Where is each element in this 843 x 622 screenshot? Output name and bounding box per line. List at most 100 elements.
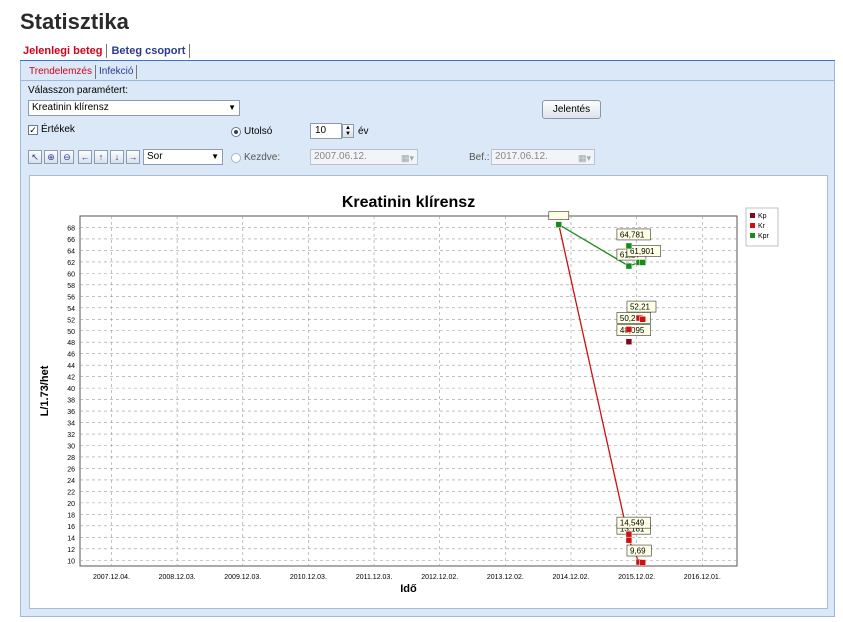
plot-frame: [79, 215, 738, 567]
start-date-value: 2007.06.12.: [314, 151, 367, 162]
zoom-out-icon[interactable]: ⊖: [60, 150, 74, 164]
y-tick-label: 32: [67, 432, 75, 439]
start-date-field[interactable]: 2007.06.12. ▦▾: [310, 149, 418, 165]
pan-down-icon[interactable]: ↓: [110, 150, 124, 164]
x-tick-label: 2015.12.02.: [618, 574, 655, 581]
checkbox-checked-icon: ✓: [28, 124, 38, 135]
calendar-icon[interactable]: ▦▾: [578, 151, 591, 165]
y-tick-label: 68: [67, 225, 75, 232]
last-radio[interactable]: Utolsó: [231, 126, 272, 137]
parameter-label: Válasszon paramétert:: [28, 85, 129, 96]
y-tick-label: 12: [67, 547, 75, 554]
x-tick-label: 2016.12.01.: [684, 574, 721, 581]
y-tick-label: 58: [67, 283, 75, 290]
y-tick-label: 26: [67, 466, 75, 473]
chart-style-select[interactable]: Sor ▼: [143, 149, 223, 165]
tab-separator: [95, 64, 96, 79]
trend-panel: Trendelemzés Infekció Válasszon paraméte…: [20, 61, 835, 617]
data-label: 48,095: [620, 326, 645, 335]
y-tick-label: 40: [67, 386, 75, 393]
y-tick-label: 54: [67, 306, 75, 313]
y-tick-label: 34: [67, 421, 75, 428]
y-tick-label: 36: [67, 409, 75, 416]
y-tick-label: 24: [67, 478, 75, 485]
data-point: [625, 262, 633, 270]
radio-selected-icon: [231, 126, 241, 137]
values-checkbox-label: Értékek: [41, 124, 75, 135]
end-date-value: 2017.06.12.: [495, 151, 548, 162]
data-point: [625, 530, 633, 538]
data-label: 9,69: [630, 547, 646, 556]
tab-trend-analysis[interactable]: Trendelemzés: [27, 66, 94, 77]
pan-right-icon[interactable]: →: [126, 150, 140, 164]
tab-patient-group[interactable]: Beteg csoport: [108, 45, 188, 57]
x-tick-label: 2010.12.03.: [290, 574, 327, 581]
data-point: [639, 559, 647, 566]
legend-label: Kr: [758, 223, 766, 230]
last-years-input[interactable]: 10: [310, 123, 342, 139]
y-tick-label: 44: [67, 363, 75, 370]
page-title: Statisztika: [20, 9, 129, 34]
x-tick-label: 2011.12.03.: [356, 574, 393, 581]
chart-title: Kreatinin klírensz: [342, 194, 475, 211]
y-tick-label: 48: [67, 340, 75, 347]
data-point: [555, 221, 563, 228]
chart-style-value: Sor: [147, 151, 163, 162]
pan-left-icon[interactable]: ←: [78, 150, 92, 164]
end-date-field[interactable]: 2017.06.12. ▦▾: [491, 149, 595, 165]
y-tick-label: 18: [67, 512, 75, 519]
y-tick-label: 28: [67, 455, 75, 462]
y-tick-label: 22: [67, 489, 75, 496]
parameter-select-value: Kreatinin klírensz: [32, 102, 109, 113]
x-tick-label: 2014.12.02.: [553, 574, 590, 581]
sub-tabs: Trendelemzés Infekció: [27, 64, 138, 79]
report-button[interactable]: Jelentés: [542, 100, 601, 119]
data-label: 61,901: [630, 247, 655, 256]
y-tick-label: 60: [67, 271, 75, 278]
sub-tab-divider: [21, 80, 834, 81]
pan-up-icon[interactable]: ↑: [94, 150, 108, 164]
y-tick-label: 52: [67, 317, 75, 324]
zoom-in-icon[interactable]: ⊕: [44, 150, 58, 164]
tab-infection[interactable]: Infekció: [97, 66, 135, 77]
tab-current-patient[interactable]: Jelenlegi beteg: [20, 45, 105, 57]
y-tick-label: 62: [67, 260, 75, 267]
chart-area: 10 12 14 16 18 20 22 24 26 28 30 32 34 36 38 40 42 44 46 48…: [29, 175, 828, 609]
y-tick-label: 30: [67, 444, 75, 451]
x-tick-label: 2012.12.02.: [421, 574, 458, 581]
x-tick-label: 2008.12.03.: [159, 574, 196, 581]
values-checkbox[interactable]: ✓ Értékek: [28, 124, 75, 135]
data-point: [625, 536, 633, 544]
tab-separator: [136, 64, 138, 79]
last-radio-label: Utolsó: [244, 126, 273, 137]
data-point: [625, 242, 633, 250]
y-tick-label: 56: [67, 294, 75, 301]
x-tick-label: 2013.12.02.: [487, 574, 524, 581]
radio-unselected-icon: [231, 152, 241, 163]
parameter-select[interactable]: Kreatinin klírensz ▼: [28, 100, 240, 116]
start-radio[interactable]: Kezdve:: [231, 152, 280, 163]
x-tick-label: 2009.12.03.: [224, 574, 261, 581]
chevron-down-icon: ▼: [228, 103, 236, 112]
y-tick-label: 46: [67, 352, 75, 359]
trend-chart: 10 12 14 16 18 20 22 24 26 28 30 32 34 36 38 40 42 44 46 48…: [39, 194, 779, 595]
cursor-icon[interactable]: ↖: [28, 150, 42, 164]
statistics-window: Statisztika Jelenlegi beteg Beteg csopor…: [0, 0, 843, 622]
y-tick-label: 10: [67, 558, 75, 565]
x-axis-label: Idő: [400, 583, 417, 595]
data-label: 64,781: [620, 230, 645, 239]
stepper-icon[interactable]: ▲ ▼: [342, 124, 354, 138]
data-point: [639, 316, 647, 323]
data-label: 14,549: [620, 519, 645, 528]
y-tick-label: 38: [67, 398, 75, 405]
tab-separator: [189, 44, 191, 58]
tab-separator: [106, 44, 108, 58]
data-point: [625, 338, 633, 345]
legend-swatch: [750, 213, 755, 218]
end-date-label: Bef.:: [469, 152, 490, 163]
legend-swatch: [750, 233, 755, 238]
chevron-down-icon: ▼: [211, 152, 219, 161]
y-tick-label: 20: [67, 501, 75, 508]
calendar-icon[interactable]: ▦▾: [401, 151, 414, 165]
main-tabs: Jelenlegi beteg Beteg csoport: [20, 42, 191, 60]
